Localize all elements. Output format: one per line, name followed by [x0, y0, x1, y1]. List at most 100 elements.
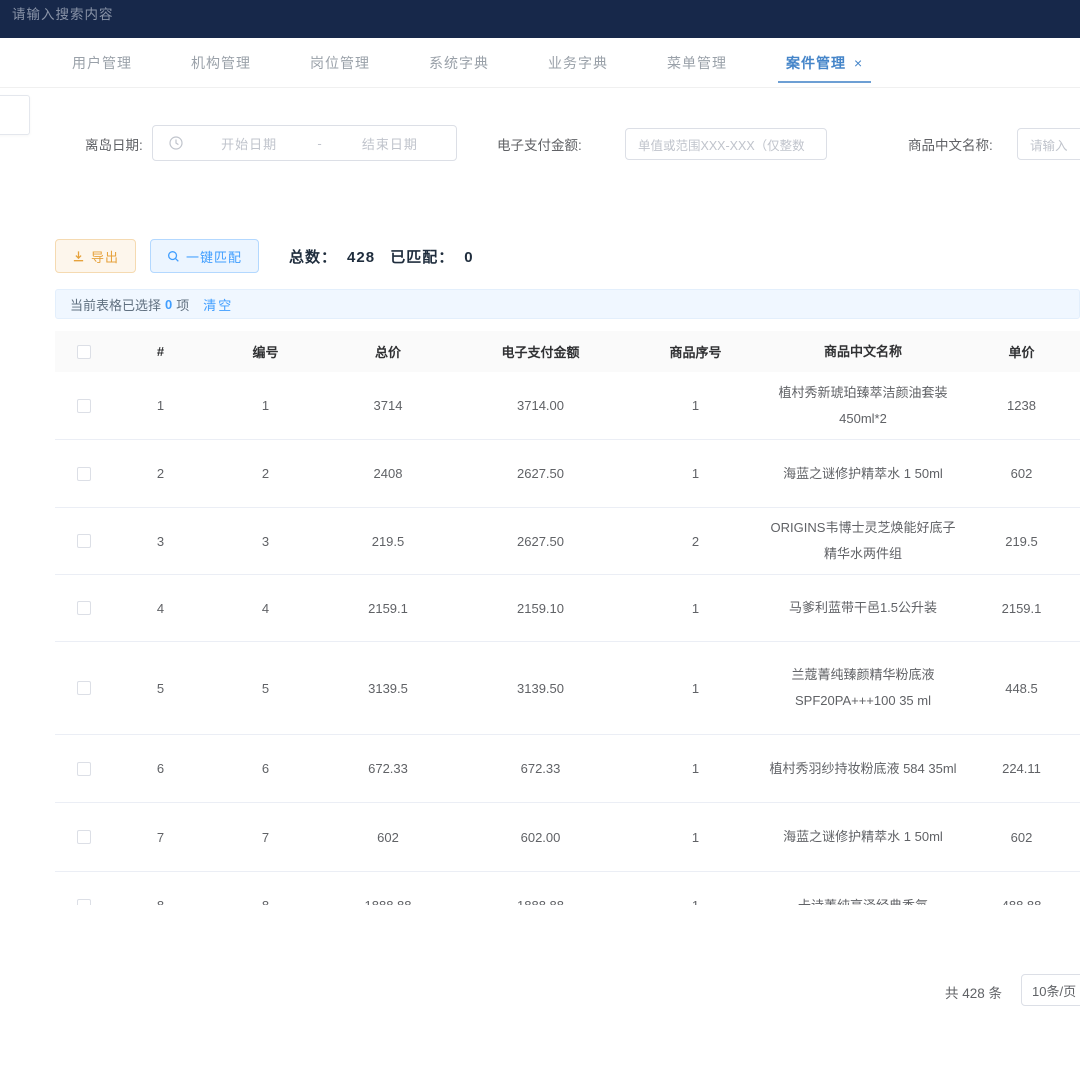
cell-code: 1: [208, 398, 323, 413]
product-name-label: 商品中文名称:: [908, 134, 993, 154]
col-header-code: 编号: [208, 342, 323, 361]
export-button[interactable]: 导出: [55, 239, 136, 273]
tab-label: 机构管理: [191, 55, 251, 71]
matched-value: 0: [464, 249, 473, 266]
table-row: 2224082627.501海蓝之谜修护精萃水 1 50ml602: [55, 440, 1080, 508]
cell-payment: 2159.10: [453, 601, 628, 616]
product-name-input[interactable]: 请输入: [1017, 128, 1080, 160]
cell-index: 1: [113, 398, 208, 413]
cell-code: 7: [208, 830, 323, 845]
cell-unit: 1238: [963, 398, 1080, 413]
depart-date-label: 离岛日期:: [85, 134, 143, 154]
selection-count: 0: [165, 297, 172, 312]
cell-unit: 2159.1: [963, 601, 1080, 616]
row-checkbox[interactable]: [77, 467, 91, 481]
tab-系统字典[interactable]: 系统字典: [417, 39, 501, 87]
clock-icon: [169, 136, 183, 150]
cell-seq: 1: [628, 761, 763, 776]
export-button-label: 导出: [91, 247, 119, 266]
cell-index: 2: [113, 466, 208, 481]
cell-total: 1888.88: [323, 898, 453, 905]
tab-用户管理[interactable]: 用户管理: [60, 39, 144, 87]
selection-prefix: 当前表格已选择: [70, 295, 161, 314]
row-checkbox[interactable]: [77, 762, 91, 776]
cell-code: 6: [208, 761, 323, 776]
one-key-match-button[interactable]: 一键匹配: [150, 239, 259, 273]
table-row: 77602602.001海蓝之谜修护精萃水 1 50ml602: [55, 803, 1080, 872]
tab-岗位管理[interactable]: 岗位管理: [298, 39, 382, 87]
page-size-select[interactable]: 10条/页: [1021, 974, 1080, 1006]
tab-label: 系统字典: [429, 55, 489, 71]
row-checkbox[interactable]: [77, 830, 91, 844]
cell-unit: 448.5: [963, 681, 1080, 696]
epay-amount-input[interactable]: 单值或范围XXX-XXX（仅整数: [625, 128, 827, 160]
cell-unit: 488.88: [963, 898, 1080, 905]
cell-code: 5: [208, 681, 323, 696]
select-all-checkbox[interactable]: [77, 345, 91, 359]
cell-seq: 1: [628, 398, 763, 413]
cell-unit: 602: [963, 466, 1080, 481]
cell-name: 海蓝之谜修护精萃水 1 50ml: [763, 824, 963, 850]
clear-selection-link[interactable]: 清空: [203, 295, 233, 314]
cell-name: 海蓝之谜修护精萃水 1 50ml: [763, 461, 963, 487]
stats-text: 总数：428 已匹配：0: [289, 246, 484, 267]
cell-payment: 1888.88: [453, 898, 628, 905]
date-range-separator: -: [315, 136, 323, 151]
row-checkbox[interactable]: [77, 899, 91, 906]
cell-total: 672.33: [323, 761, 453, 776]
tab-bar: 用户管理 机构管理 岗位管理 系统字典 业务字典 菜单管理案件管理×: [0, 38, 1080, 88]
cell-payment: 3139.50: [453, 681, 628, 696]
match-button-label: 一键匹配: [186, 247, 242, 266]
tab-业务字典[interactable]: 业务字典: [536, 39, 620, 87]
table-row: 881888.881888.881卡诗菁纯亮泽经典香氛488.88: [55, 872, 1080, 905]
col-header-payment: 电子支付金额: [453, 342, 628, 361]
cell-payment: 2627.50: [453, 534, 628, 549]
cell-seq: 1: [628, 466, 763, 481]
top-navbar: 请输入搜索内容: [0, 0, 1080, 38]
col-header-seq: 商品序号: [628, 342, 763, 361]
cell-index: 7: [113, 830, 208, 845]
cell-payment: 672.33: [453, 761, 628, 776]
table-row: 1137143714.001植村秀新琥珀臻萃洁颜油套装 450ml*21238: [55, 372, 1080, 440]
global-search-input[interactable]: 请输入搜索内容: [12, 3, 114, 23]
cell-total: 3139.5: [323, 681, 453, 696]
tab-菜单管理[interactable]: 菜单管理: [655, 39, 739, 87]
col-header-name: 商品中文名称: [763, 339, 963, 365]
date-range-picker[interactable]: 开始日期 - 结束日期: [152, 125, 457, 161]
epay-amount-label: 电子支付金额:: [497, 134, 582, 154]
cell-index: 8: [113, 898, 208, 905]
cell-seq: 1: [628, 830, 763, 845]
row-checkbox[interactable]: [77, 534, 91, 548]
selection-bar: 当前表格已选择 0 项 清空: [55, 289, 1080, 319]
col-header-unit: 单价: [963, 342, 1080, 361]
table-row: 553139.53139.501兰蔻菁纯臻颜精华粉底液SPF20PA+++100…: [55, 642, 1080, 735]
end-date-input[interactable]: 结束日期: [324, 134, 456, 153]
cell-index: 6: [113, 761, 208, 776]
row-checkbox[interactable]: [77, 601, 91, 615]
cell-name: 植村秀羽纱持妆粉底液 584 35ml: [763, 756, 963, 782]
cell-total: 2159.1: [323, 601, 453, 616]
cell-unit: 219.5: [963, 534, 1080, 549]
cell-name: 卡诗菁纯亮泽经典香氛: [763, 893, 963, 906]
download-icon: [72, 250, 85, 263]
cell-name: 马爹利蓝带干邑1.5公升装: [763, 595, 963, 621]
tab-案件管理[interactable]: 案件管理×: [774, 39, 875, 87]
row-checkbox[interactable]: [77, 399, 91, 413]
pagination-footer: 共 428 条 10条/页: [0, 974, 1080, 1008]
tab-机构管理[interactable]: 机构管理: [179, 39, 263, 87]
close-icon[interactable]: ×: [854, 55, 863, 71]
selection-suffix: 项: [176, 295, 189, 314]
cell-total: 2408: [323, 466, 453, 481]
cell-payment: 602.00: [453, 830, 628, 845]
cell-code: 8: [208, 898, 323, 905]
cell-name: 兰蔻菁纯臻颜精华粉底液SPF20PA+++100 35 ml: [763, 662, 963, 714]
row-checkbox[interactable]: [77, 681, 91, 695]
total-value: 428: [347, 249, 375, 266]
cell-code: 4: [208, 601, 323, 616]
cell-index: 3: [113, 534, 208, 549]
tab-label: 业务字典: [548, 55, 608, 71]
cell-index: 4: [113, 601, 208, 616]
cell-seq: 1: [628, 601, 763, 616]
cell-code: 3: [208, 534, 323, 549]
start-date-input[interactable]: 开始日期: [183, 134, 315, 153]
